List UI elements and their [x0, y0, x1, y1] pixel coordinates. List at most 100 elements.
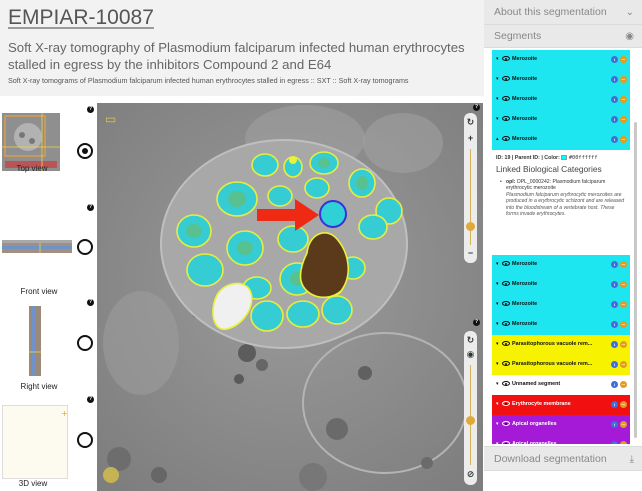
info-icon[interactable]: i: [611, 261, 618, 268]
info-icon[interactable]: i: [611, 321, 618, 328]
segment-row[interactable]: ▾ Merozoite i ⋯: [492, 275, 630, 295]
3d-view-help-icon[interactable]: ?: [87, 396, 94, 403]
expand-caret-icon[interactable]: ▾: [496, 275, 502, 295]
info-icon[interactable]: i: [611, 136, 618, 143]
slider-help-icon[interactable]: ?: [473, 319, 480, 326]
expand-caret-icon[interactable]: ▾: [496, 415, 502, 435]
front-view-radio[interactable]: [77, 239, 93, 255]
more-options-icon[interactable]: ⋯: [620, 401, 627, 408]
about-section-header[interactable]: About this segmentation ⌄: [484, 0, 642, 25]
opacity-knob[interactable]: [466, 416, 475, 425]
more-options-icon[interactable]: ⋯: [620, 96, 627, 103]
segment-visibility-icon[interactable]: [502, 401, 510, 407]
chevron-down-icon[interactable]: ⌄: [626, 0, 634, 25]
expand-caret-icon[interactable]: ▾: [496, 395, 502, 415]
segment-visibility-icon[interactable]: [502, 421, 510, 427]
expand-caret-icon[interactable]: ▾: [496, 90, 502, 110]
segment-list-scrollbar[interactable]: [634, 122, 637, 438]
top-view-thumbnail[interactable]: [2, 113, 60, 171]
segment-row[interactable]: ▴ Merozoite i ⋯: [492, 130, 630, 150]
zoom-slider[interactable]: ↻ + −: [464, 113, 477, 263]
info-icon[interactable]: i: [611, 421, 618, 428]
segment-row[interactable]: ▾ Merozoite i ⋯: [492, 90, 630, 110]
info-icon[interactable]: i: [611, 281, 618, 288]
more-options-icon[interactable]: ⋯: [620, 136, 627, 143]
more-options-icon[interactable]: ⋯: [620, 301, 627, 308]
segment-row[interactable]: ▾ Merozoite i ⋯: [492, 295, 630, 315]
segment-row[interactable]: ▾Apical organellesi⋯: [492, 415, 630, 435]
segment-visibility-icon[interactable]: [502, 261, 510, 267]
segment-visibility-icon[interactable]: [502, 96, 510, 102]
segment-visibility-icon[interactable]: [502, 441, 510, 444]
expand-caret-icon[interactable]: ▾: [496, 355, 502, 375]
expand-caret-icon[interactable]: ▾: [496, 375, 502, 395]
expand-caret-icon[interactable]: ▾: [496, 110, 502, 130]
segment-visibility-icon[interactable]: [502, 136, 510, 142]
opacity-slider[interactable]: ↻ ◉ ⊘: [464, 331, 477, 485]
more-options-icon[interactable]: ⋯: [620, 361, 627, 368]
segment-visibility-icon[interactable]: [502, 76, 510, 82]
more-options-icon[interactable]: ⋯: [620, 56, 627, 63]
opacity-reset-icon[interactable]: ↻: [465, 335, 476, 346]
segment-row[interactable]: ▾ Merozoite i ⋯: [492, 315, 630, 335]
right-view-help-icon[interactable]: ?: [87, 299, 94, 306]
expand-caret-icon[interactable]: ▴: [496, 130, 502, 150]
info-icon[interactable]: i: [611, 361, 618, 368]
3d-view-thumbnail[interactable]: +: [2, 405, 68, 479]
info-icon[interactable]: i: [611, 116, 618, 123]
segment-visibility-icon[interactable]: [502, 381, 510, 387]
front-view-thumbnail[interactable]: [2, 240, 72, 253]
info-icon[interactable]: i: [611, 301, 618, 308]
more-options-icon[interactable]: ⋯: [620, 261, 627, 268]
ontology-term[interactable]: OPL_0000242: Plasmodium falciparum eryth…: [506, 179, 605, 191]
segment-row[interactable]: ▾Apical organellesi⋯: [492, 435, 630, 444]
expand-caret-icon[interactable]: ▾: [496, 50, 502, 70]
download-section-header[interactable]: Download segmentation ⤓: [484, 446, 642, 471]
segment-row[interactable]: ▾ Parasitophorous vacuole rem... i ⋯: [492, 335, 630, 355]
volume-viewer[interactable]: ▭ ↻ + − ? ↻ ◉ ⊘ ?: [97, 103, 483, 491]
expand-caret-icon[interactable]: ▾: [496, 335, 502, 355]
zoom-knob[interactable]: [466, 222, 475, 231]
more-options-icon[interactable]: ⋯: [620, 441, 627, 444]
expand-caret-icon[interactable]: ▾: [496, 70, 502, 90]
info-icon[interactable]: i: [611, 341, 618, 348]
top-view-help-icon[interactable]: ?: [87, 106, 94, 113]
segment-row[interactable]: ▾ Merozoite i ⋯: [492, 255, 630, 275]
opacity-track[interactable]: [470, 365, 471, 465]
viewer-help-icon[interactable]: ?: [473, 104, 480, 111]
info-icon[interactable]: i: [611, 401, 618, 408]
top-view-radio[interactable]: [77, 143, 93, 159]
segment-row[interactable]: ▾ Merozoite i ⋯: [492, 50, 630, 70]
segmentation-visible-icon[interactable]: ◉: [465, 349, 476, 360]
entry-id-link[interactable]: EMPIAR-10087: [8, 6, 154, 30]
more-options-icon[interactable]: ⋯: [620, 116, 627, 123]
info-icon[interactable]: i: [611, 56, 618, 63]
3d-view-radio[interactable]: [77, 432, 93, 448]
info-icon[interactable]: i: [611, 381, 618, 388]
segment-row[interactable]: ▾ Merozoite i ⋯: [492, 70, 630, 90]
more-options-icon[interactable]: ⋯: [620, 281, 627, 288]
front-view-help-icon[interactable]: ?: [87, 204, 94, 211]
right-view-radio[interactable]: [77, 335, 93, 351]
expand-caret-icon[interactable]: ▾: [496, 255, 502, 275]
tomogram-slice[interactable]: ▭: [97, 103, 483, 491]
segment-visibility-icon[interactable]: [502, 56, 510, 62]
zoom-reset-icon[interactable]: ↻: [465, 117, 476, 128]
segment-row[interactable]: ▾ Merozoite i ⋯: [492, 110, 630, 130]
segment-visibility-icon[interactable]: [502, 301, 510, 307]
eye-icon[interactable]: ◉: [625, 25, 634, 48]
segments-section-header[interactable]: Segments ◉: [484, 25, 642, 48]
expand-caret-icon[interactable]: ▾: [496, 315, 502, 335]
more-options-icon[interactable]: ⋯: [620, 76, 627, 83]
segment-visibility-icon[interactable]: [502, 361, 510, 367]
zoom-in-button[interactable]: +: [465, 133, 476, 144]
info-icon[interactable]: i: [611, 96, 618, 103]
segment-row[interactable]: ▾ Unnamed segment i ⋯: [492, 375, 630, 395]
segment-visibility-icon[interactable]: [502, 116, 510, 122]
more-options-icon[interactable]: ⋯: [620, 421, 627, 428]
download-icon[interactable]: ⤓: [630, 447, 634, 472]
segment-visibility-icon[interactable]: [502, 341, 510, 347]
more-options-icon[interactable]: ⋯: [620, 341, 627, 348]
more-options-icon[interactable]: ⋯: [620, 321, 627, 328]
right-view-thumbnail[interactable]: [29, 306, 41, 376]
